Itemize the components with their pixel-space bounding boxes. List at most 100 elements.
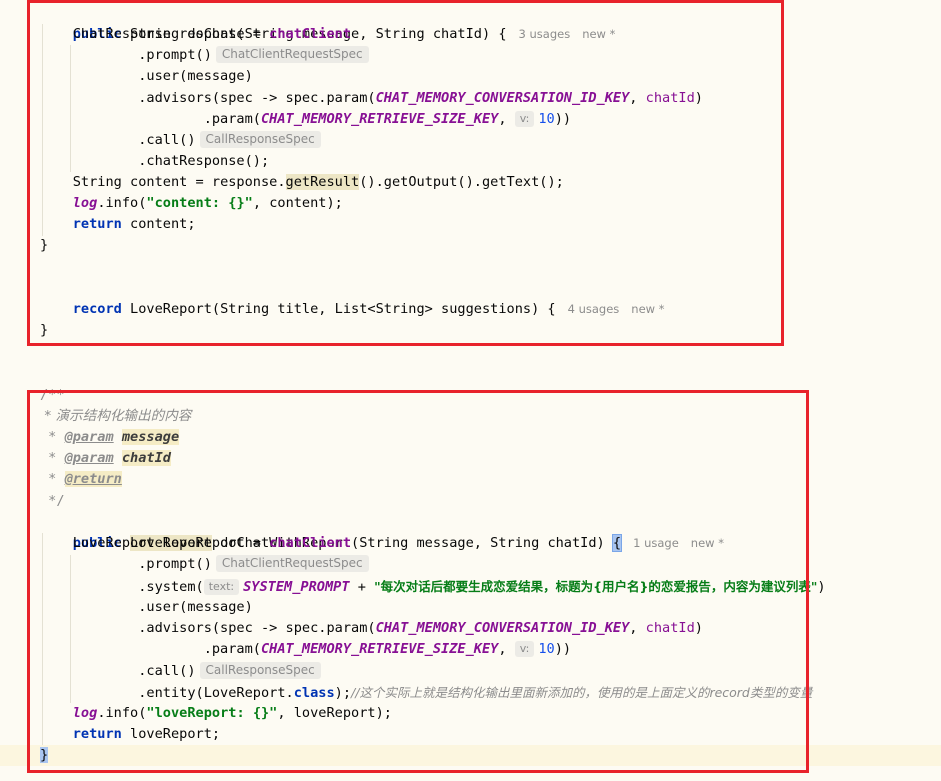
usages-hint[interactable]: 4 usages <box>568 302 620 316</box>
brace: } <box>40 237 49 253</box>
code-line[interactable]: * @param message <box>40 427 180 448</box>
usages-hint[interactable]: 1 usage <box>633 536 679 550</box>
code-line[interactable]: .param(CHAT_MEMORY_RETRIEVE_SIZE_KEY, v:… <box>40 109 571 130</box>
code-text: LoveReport loveReport = <box>72 535 270 551</box>
code-line[interactable]: .user(message) <box>40 597 253 618</box>
code-line[interactable]: .chatResponse(); <box>40 151 269 172</box>
code-text: ) <box>694 90 703 106</box>
code-text: .advisors(spec -> spec.param( <box>138 90 376 106</box>
constant-ref: SYSTEM_PROMPT <box>243 579 350 595</box>
param-hint: text: <box>203 579 240 595</box>
doc-comment: /** <box>40 387 65 403</box>
usages-hint[interactable]: 3 usages <box>519 27 571 41</box>
code-line[interactable]: public String doChat(String message, Str… <box>40 3 616 42</box>
code-text: .entity(LoveReport. <box>138 685 294 701</box>
code-text: .user(message) <box>138 68 253 84</box>
code-text: .call() <box>138 663 196 679</box>
author-hint[interactable]: new * <box>691 536 724 550</box>
code-line[interactable]: .call() CallResponseSpec <box>40 661 321 682</box>
param-hint: v: <box>514 111 535 127</box>
code-line[interactable]: log.info("loveReport: {}", loveReport); <box>40 703 392 724</box>
code-line[interactable]: .entity(LoveReport.class);//这个实际上就是结构化输出… <box>40 682 812 703</box>
code-text: )) <box>554 111 572 127</box>
doc-param: message <box>121 429 180 445</box>
keyword: class <box>293 685 335 701</box>
doc-comment: */ <box>40 493 65 509</box>
code-line[interactable]: String content = response.getResult().ge… <box>40 172 564 193</box>
code-line-current[interactable]: } <box>0 745 941 766</box>
line-comment: //这个实际上就是结构化输出里面新添加的，使用的是上面定义的record类型的变… <box>351 685 813 700</box>
code-text: , <box>629 90 646 106</box>
code-text: .info( <box>97 195 147 211</box>
code-line[interactable]: * @return <box>40 469 122 490</box>
code-editor[interactable]: public String doChat(String message, Str… <box>0 0 941 781</box>
code-line[interactable]: public LoveReport doChatWithReport(Strin… <box>40 512 724 552</box>
constant-ref: CHAT_MEMORY_RETRIEVE_SIZE_KEY <box>260 111 499 127</box>
logger-ref: log <box>72 195 98 211</box>
code-text: .param( <box>203 641 261 657</box>
number-literal: 10 <box>538 641 555 657</box>
code-line[interactable]: */ <box>40 491 65 512</box>
field-ref: chatClient <box>269 26 352 42</box>
code-line[interactable]: .prompt() ChatClientRequestSpec <box>40 45 369 66</box>
author-hint[interactable]: new * <box>631 302 664 316</box>
type-hint: CallResponseSpec <box>199 662 321 679</box>
code-line[interactable]: .system(text: SYSTEM_PROMPT + "每次对话后都要生成恋… <box>40 576 826 597</box>
matched-brace: } <box>40 747 49 763</box>
code-text: ().getOutput().getText(); <box>359 174 564 190</box>
code-line[interactable]: .advisors(spec -> spec.param(CHAT_MEMORY… <box>40 88 703 109</box>
doc-comment: * <box>40 429 65 445</box>
string-literal: "每次对话后都要生成恋爱结果，标题为{用户名}的恋爱报告，内容为建议列表" <box>374 579 818 594</box>
code-text: ) <box>694 620 703 636</box>
code-text: , loveReport); <box>277 705 392 721</box>
field-ref: chatClient <box>269 535 352 551</box>
code-text: .call() <box>138 132 196 148</box>
code-text: loveReport; <box>121 726 221 742</box>
logger-ref: log <box>72 705 98 721</box>
doc-comment: * 演示结构化输出的内容 <box>40 408 192 424</box>
code-line[interactable]: ChatResponse response = chatClient <box>40 24 351 45</box>
code-text: , content); <box>252 195 343 211</box>
doc-tag: @param <box>64 429 114 445</box>
code-text: , <box>498 111 515 127</box>
code-line[interactable]: return content; <box>40 214 196 235</box>
keyword: return <box>72 726 122 742</box>
constant-ref: CHAT_MEMORY_RETRIEVE_SIZE_KEY <box>260 641 499 657</box>
code-line[interactable]: return loveReport; <box>40 724 220 745</box>
code-text: ); <box>334 685 352 701</box>
keyword: return <box>72 216 122 232</box>
type-hint: ChatClientRequestSpec <box>215 555 369 572</box>
code-text: .advisors(spec -> spec.param( <box>138 620 376 636</box>
param-ref: chatId <box>645 90 695 106</box>
code-text: + <box>349 579 375 595</box>
code-line[interactable]: } <box>40 235 48 256</box>
matched-brace: { <box>611 534 623 552</box>
code-line[interactable]: log.info("content: {}", content); <box>40 193 343 214</box>
code-line[interactable]: .user(message) <box>40 66 253 87</box>
code-text: , <box>498 641 515 657</box>
code-line[interactable]: /** <box>40 385 65 406</box>
code-line[interactable]: * 演示结构化输出的内容 <box>40 406 191 427</box>
record-signature: LoveReport(String title, List<String> su… <box>121 301 556 317</box>
method-ref: getResult <box>285 174 360 190</box>
code-line[interactable]: } <box>40 320 48 341</box>
code-line[interactable]: * @param chatId <box>40 448 171 469</box>
doc-tag: @return <box>64 471 122 487</box>
keyword: record <box>72 301 122 317</box>
code-line[interactable]: .advisors(spec -> spec.param(CHAT_MEMORY… <box>40 618 703 639</box>
constant-ref: CHAT_MEMORY_CONVERSATION_ID_KEY <box>375 620 630 636</box>
number-literal: 10 <box>538 111 555 127</box>
code-text: content; <box>121 216 196 232</box>
code-text: String content = response. <box>72 174 286 190</box>
doc-param: chatId <box>121 450 171 466</box>
code-line[interactable]: .prompt() ChatClientRequestSpec <box>40 554 369 575</box>
code-text: ChatResponse response = <box>72 26 270 42</box>
code-line[interactable]: .call() CallResponseSpec <box>40 130 321 151</box>
param-hint: v: <box>514 641 535 657</box>
code-line[interactable]: record LoveReport(String title, List<Str… <box>40 278 665 317</box>
type-hint: CallResponseSpec <box>199 131 321 148</box>
code-line[interactable]: .param(CHAT_MEMORY_RETRIEVE_SIZE_KEY, v:… <box>40 639 571 660</box>
code-text: .system( <box>138 579 204 595</box>
code-line[interactable]: LoveReport loveReport = chatClient <box>40 533 351 554</box>
author-hint[interactable]: new * <box>582 27 615 41</box>
